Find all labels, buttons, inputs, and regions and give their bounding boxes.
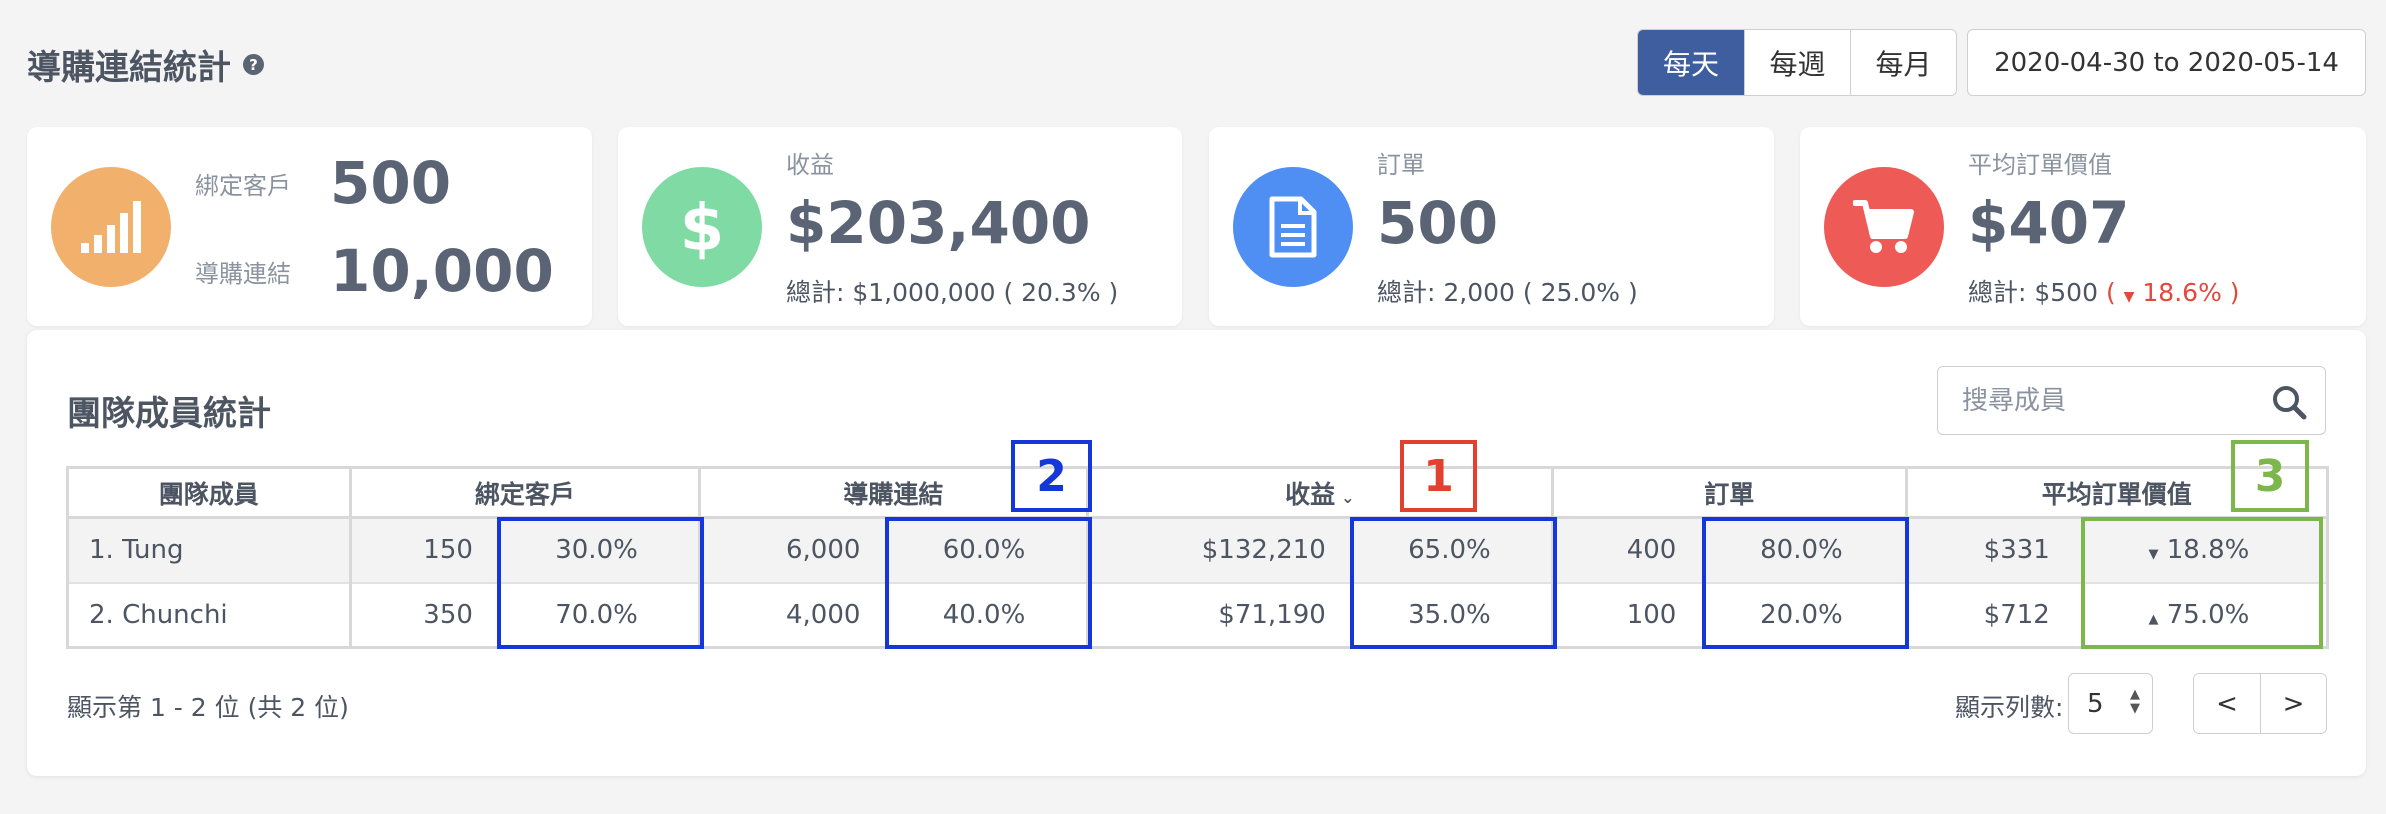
team-panel: 團隊成員統計 團隊成員 綁定客戶 導購連結 收益⌄ 訂單 平均訂單價值 xyxy=(27,330,2366,776)
period-monthly-button[interactable]: 每月 xyxy=(1850,30,1956,95)
svg-text:$: $ xyxy=(680,192,725,262)
revenue-value: $203,400 xyxy=(786,189,1091,257)
orders-value: 500 xyxy=(1377,189,1499,257)
period-toggle: 每天 每週 每月 xyxy=(1637,29,1957,96)
annotation-box-customers-pct xyxy=(497,517,704,649)
cart-icon xyxy=(1824,167,1944,287)
pager: < > xyxy=(2193,673,2327,734)
select-arrows-icon: ▲ ▼ xyxy=(2130,687,2140,716)
pagination-info: 顯示第 1 - 2 位 (共 2 位) xyxy=(67,693,349,722)
revenue-card: $ 收益 $203,400 總計: $1,000,000 ( 20.3% ) xyxy=(618,127,1182,326)
orders-total: 總計: 2,000 ( 25.0% ) xyxy=(1377,278,1638,307)
page-title-text: 導購連結統計 xyxy=(27,48,231,88)
customers-count: 150 xyxy=(350,517,495,584)
team-table: 團隊成員 綁定客戶 導購連結 收益 ⌄ 訂單 平均訂單價值 1. Tung 150… xyxy=(66,466,2330,649)
annotation-label-3: 3 xyxy=(2231,440,2309,512)
rows-per-page-label: 顯示列數: xyxy=(1955,693,2064,722)
dollar-icon: $ xyxy=(642,167,762,287)
orders-count: 400 xyxy=(1552,517,1699,584)
member-search xyxy=(1937,366,2326,435)
period-daily-button[interactable]: 每天 xyxy=(1638,30,1744,95)
links-count: 6,000 xyxy=(699,517,883,584)
orders-count: 100 xyxy=(1626,599,1677,630)
next-page-button[interactable]: > xyxy=(2260,674,2326,733)
annotation-label-2: 2 xyxy=(1011,440,1092,512)
avg-order-total-prefix: 總計: $500 xyxy=(1968,278,2098,307)
table-row: 2. Chunchi 350 70.0% 4,000 40.0% $71,190… xyxy=(67,582,2328,648)
col-orders[interactable]: 訂單 xyxy=(1552,467,1908,519)
col-revenue-label: 收益 xyxy=(1285,479,1336,509)
rows-per-page-select[interactable]: 5 ▲ ▼ xyxy=(2068,673,2153,734)
orders-label: 訂單 xyxy=(1377,151,1425,179)
date-range-picker[interactable]: 2020-04-30 to 2020-05-14 xyxy=(1967,29,2366,96)
revenue-total: 總計: $1,000,000 ( 20.3% ) xyxy=(786,278,1119,307)
col-member[interactable]: 團隊成員 xyxy=(67,467,352,519)
help-icon[interactable]: ? xyxy=(243,54,264,75)
avg-order-change-open: ( xyxy=(2105,278,2116,307)
period-weekly-button[interactable]: 每週 xyxy=(1744,30,1850,95)
links-label: 導購連結 xyxy=(195,259,291,288)
customers-value: 500 xyxy=(330,149,452,217)
customers-card: 綁定客戶 500 導購連結 10,000 xyxy=(27,127,592,326)
avg-order-card: 平均訂單價值 $407 總計: $500 ( ▼ 18.6% ) xyxy=(1800,127,2366,326)
avg-order-change-value: 18.6% xyxy=(2142,278,2222,307)
down-triangle-icon: ▼ xyxy=(2123,289,2135,305)
col-revenue[interactable]: 收益 ⌄ xyxy=(1087,467,1555,519)
links-value: 10,000 xyxy=(330,237,554,305)
annotation-label-1: 1 xyxy=(1400,440,1477,512)
page-title: 導購連結統計 ? xyxy=(27,40,264,89)
orders-card: 訂單 500 總計: 2,000 ( 25.0% ) xyxy=(1209,127,1774,326)
revenue-label: 收益 xyxy=(786,151,834,179)
prev-page-button[interactable]: < xyxy=(2194,674,2260,733)
member-name: 2. Chunchi xyxy=(67,582,352,648)
annotation-box-revenue-pct xyxy=(1350,517,1557,649)
table-row: 1. Tung 150 30.0% 6,000 60.0% $132,210 6… xyxy=(67,517,2328,584)
sort-desc-icon[interactable]: ⌄ xyxy=(1341,488,1354,507)
document-icon xyxy=(1233,167,1353,287)
search-icon[interactable] xyxy=(2271,384,2307,420)
annotation-box-avg-trend xyxy=(2081,517,2323,649)
member-name: 1. Tung xyxy=(67,517,352,584)
rows-per-page-value: 5 xyxy=(2087,688,2104,719)
avg-order-value: $407 xyxy=(1968,189,2130,257)
revenue-amount: $71,190 xyxy=(1218,599,1326,630)
avg-order-amount: $331 xyxy=(1906,517,2072,584)
avg-order-change-close: ) xyxy=(2229,278,2240,307)
revenue-amount: $132,210 xyxy=(1087,517,1348,584)
customers-count: 350 xyxy=(423,599,473,630)
avg-order-change: ( ▼ 18.6% ) xyxy=(2106,278,2240,307)
team-panel-title: 團隊成員統計 xyxy=(67,394,271,434)
avg-order-label: 平均訂單價值 xyxy=(1968,151,2112,179)
links-count: 4,000 xyxy=(785,599,861,630)
annotation-box-orders-pct xyxy=(1702,517,1909,649)
annotation-box-links-pct xyxy=(885,517,1092,649)
customers-label: 綁定客戶 xyxy=(195,171,291,200)
avg-order-total: 總計: $500 ( ▼ 18.6% ) xyxy=(1968,273,2240,309)
signal-bars-icon xyxy=(51,167,171,287)
member-search-input[interactable] xyxy=(1962,385,2262,416)
avg-order-amount: $712 xyxy=(1983,599,2050,630)
col-customers[interactable]: 綁定客戶 xyxy=(350,467,702,519)
